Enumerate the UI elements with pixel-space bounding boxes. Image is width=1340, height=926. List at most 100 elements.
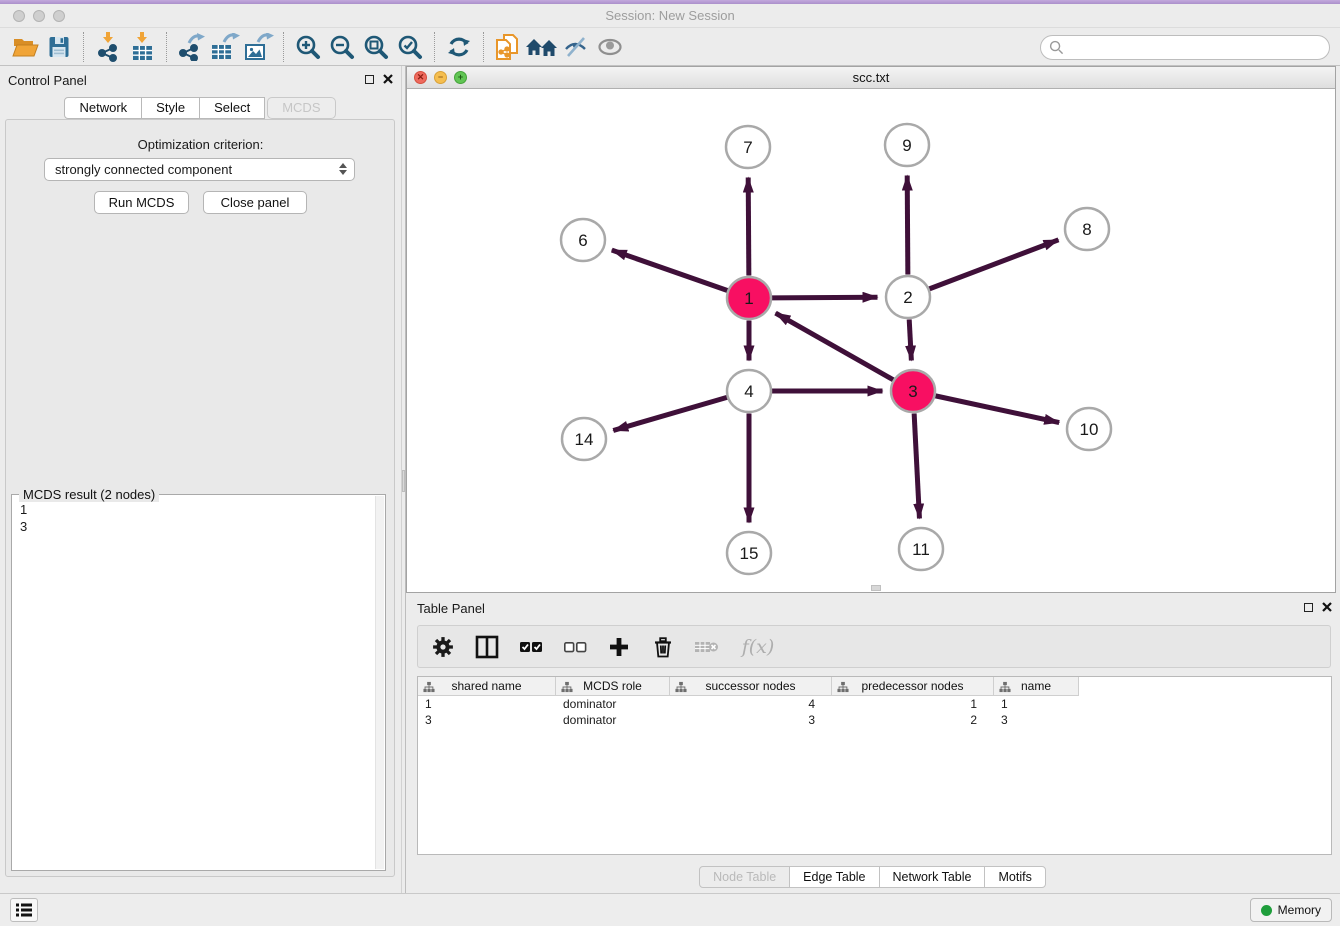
network-overview-button[interactable] [525, 31, 559, 63]
tab-node-table[interactable]: Node Table [699, 866, 790, 888]
edge-2-3[interactable] [909, 319, 911, 360]
show-panel-button[interactable] [593, 31, 627, 63]
node-8[interactable]: 8 [1065, 208, 1109, 250]
tab-mcds[interactable]: MCDS [267, 97, 335, 119]
export-table-button[interactable] [208, 31, 242, 63]
table-cell[interactable]: 3 [418, 712, 556, 728]
edge-2-9[interactable] [907, 175, 908, 274]
svg-text:10: 10 [1080, 420, 1099, 439]
svg-text:3: 3 [908, 382, 917, 401]
table-cell[interactable]: 1 [832, 696, 994, 712]
network-canvas[interactable]: 1 2 3 4 6 7 8 9 10 11 14 15 [407, 89, 1335, 592]
zoom-fit-button[interactable] [359, 31, 393, 63]
table-cell[interactable]: 1 [994, 696, 1079, 712]
select-all-button[interactable] [516, 632, 546, 662]
table-row[interactable]: 1dominator411 [418, 696, 1331, 712]
function-builder-button: f(x) [736, 632, 780, 662]
dropdown-stepper-icon [339, 163, 347, 175]
delete-table-button [692, 632, 722, 662]
node-4[interactable]: 4 [727, 370, 771, 412]
tab-edge-table[interactable]: Edge Table [789, 866, 879, 888]
column-header-successor-nodes[interactable]: successor nodes [670, 677, 832, 696]
node-3[interactable]: 3 [891, 370, 935, 412]
tab-select[interactable]: Select [199, 97, 265, 119]
table-settings-button[interactable] [428, 632, 458, 662]
node-14[interactable]: 14 [562, 418, 606, 460]
close-panel-button[interactable]: Close panel [203, 191, 307, 214]
column-header-MCDS-role[interactable]: MCDS role [556, 677, 670, 696]
node-15[interactable]: 15 [727, 532, 771, 574]
toolbar-separator [283, 32, 284, 62]
mcds-result-text[interactable]: 1 3 [12, 495, 374, 870]
canvas-resize-grip[interactable] [871, 585, 881, 591]
toolbar-separator [166, 32, 167, 62]
edge-1-6[interactable] [612, 250, 728, 291]
add-row-button[interactable] [604, 632, 634, 662]
column-header-name[interactable]: name [994, 677, 1079, 696]
zoom-selected-icon [397, 34, 423, 60]
edge-4-14[interactable] [613, 397, 727, 430]
table-cell[interactable]: 3 [670, 712, 832, 728]
search-input[interactable] [1069, 40, 1321, 55]
divider-handle-icon[interactable] [402, 470, 405, 492]
close-table-panel-icon[interactable] [1322, 602, 1332, 612]
tab-motifs[interactable]: Motifs [984, 866, 1045, 888]
table-cell[interactable]: 3 [994, 712, 1079, 728]
column-header-shared-name[interactable]: shared name [418, 677, 556, 696]
table-row[interactable]: 3dominator323 [418, 712, 1331, 728]
memory-button[interactable]: Memory [1250, 898, 1332, 922]
float-table-panel-icon[interactable] [1304, 603, 1313, 612]
node-1[interactable]: 1 [727, 277, 771, 319]
table-cell[interactable]: 4 [670, 696, 832, 712]
zoom-in-button[interactable] [291, 31, 325, 63]
edge-3-10[interactable] [935, 396, 1059, 423]
node-10[interactable]: 10 [1067, 408, 1111, 450]
delete-row-button[interactable] [648, 632, 678, 662]
table-cell[interactable]: 1 [418, 696, 556, 712]
node-table[interactable]: shared nameMCDS rolesuccessor nodesprede… [417, 676, 1332, 855]
edge-3-11[interactable] [914, 413, 919, 518]
svg-text:11: 11 [912, 540, 930, 559]
node-11[interactable]: 11 [899, 528, 943, 570]
show-columns-button[interactable] [472, 632, 502, 662]
network-window-titlebar[interactable]: ✕ − + scc.txt [407, 67, 1335, 89]
tab-network[interactable]: Network [64, 97, 142, 119]
node-9[interactable]: 9 [885, 124, 929, 166]
duplicate-network-button[interactable] [491, 31, 525, 63]
unselect-all-button[interactable] [560, 632, 590, 662]
zoom-selected-button[interactable] [393, 31, 427, 63]
import-network-button[interactable] [91, 31, 125, 63]
import-table-button[interactable] [125, 31, 159, 63]
refresh-button[interactable] [442, 31, 476, 63]
hide-panel-button[interactable] [559, 31, 593, 63]
node-2[interactable]: 2 [886, 276, 930, 318]
open-file-button[interactable] [8, 31, 42, 63]
node-6[interactable]: 6 [561, 219, 605, 261]
edge-3-1[interactable] [776, 313, 894, 380]
export-table-icon [210, 33, 240, 61]
tab-network-table[interactable]: Network Table [879, 866, 986, 888]
toolbar-separator [83, 32, 84, 62]
edge-1-2[interactable] [771, 297, 877, 298]
export-network-button[interactable] [174, 31, 208, 63]
tab-style[interactable]: Style [141, 97, 200, 119]
mcds-result-scrollbar[interactable] [375, 496, 384, 869]
edge-1-7[interactable] [748, 177, 749, 275]
table-cell[interactable]: dominator [556, 696, 670, 712]
zoom-out-button[interactable] [325, 31, 359, 63]
run-mcds-button[interactable]: Run MCDS [94, 191, 189, 214]
svg-text:1: 1 [744, 289, 753, 308]
zoom-out-icon [329, 34, 355, 60]
float-panel-icon[interactable] [365, 75, 374, 84]
edge-2-8[interactable] [929, 240, 1058, 289]
task-history-button[interactable] [10, 898, 38, 922]
node-7[interactable]: 7 [726, 126, 770, 168]
criterion-dropdown[interactable]: strongly connected component [44, 158, 355, 181]
close-panel-icon[interactable] [383, 74, 393, 84]
save-session-button[interactable] [42, 31, 76, 63]
export-image-button[interactable] [242, 31, 276, 63]
table-cell[interactable]: 2 [832, 712, 994, 728]
table-cell[interactable]: dominator [556, 712, 670, 728]
column-header-predecessor-nodes[interactable]: predecessor nodes [832, 677, 994, 696]
control-panel-tabs: NetworkStyleSelectMCDS [0, 97, 401, 119]
